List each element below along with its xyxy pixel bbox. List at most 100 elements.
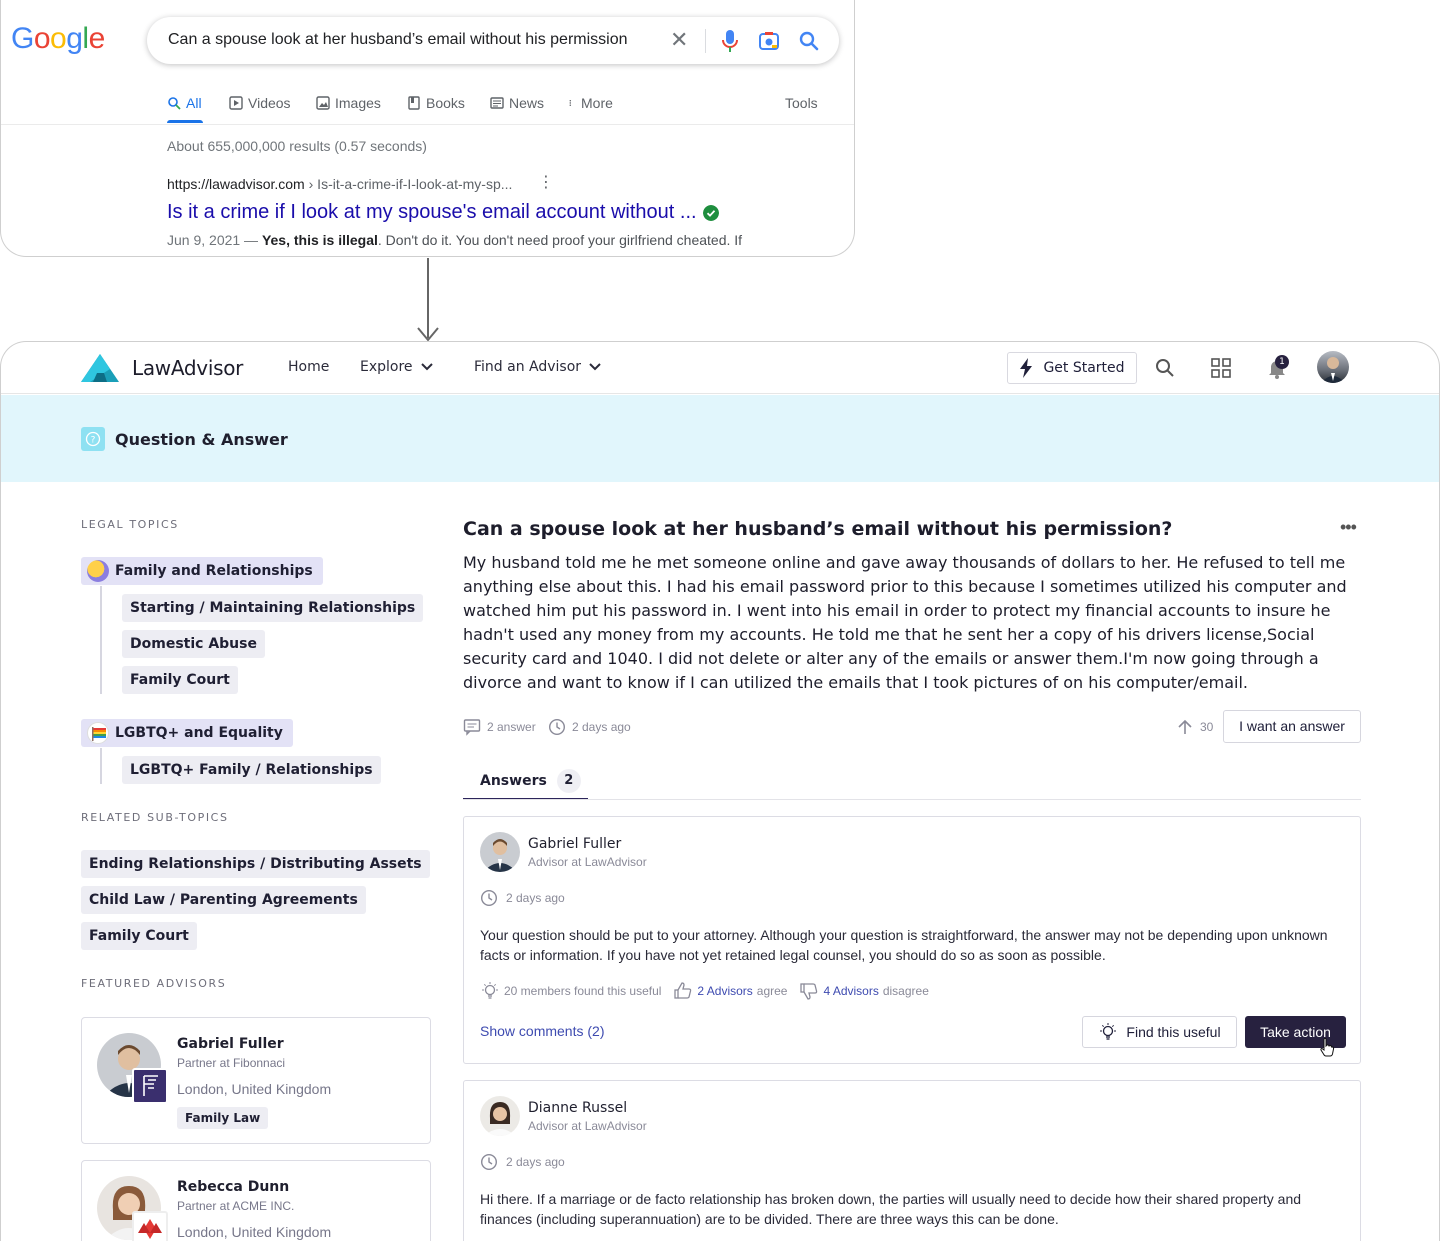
- book-icon: [408, 96, 420, 110]
- advisor-name[interactable]: Gabriel Fuller: [177, 1036, 284, 1052]
- top-navbar: LawAdvisor Home Explore Find an Advisor …: [1, 342, 1439, 394]
- nav-find-advisor[interactable]: Find an Advisor: [474, 359, 601, 375]
- tab-answers[interactable]: Answers 2: [463, 763, 588, 800]
- answer-author-name[interactable]: Gabriel Fuller: [528, 836, 621, 852]
- google-logo[interactable]: Google: [11, 22, 105, 56]
- camera-lens-icon[interactable]: [758, 30, 780, 52]
- subtopic-starting-maintaining[interactable]: Starting / Maintaining Relationships: [122, 594, 424, 622]
- tab-more[interactable]: More: [568, 93, 613, 113]
- more-options-icon[interactable]: •••: [1340, 517, 1357, 538]
- brand-name[interactable]: LawAdvisor: [132, 356, 243, 380]
- result-title-link[interactable]: Is it a crime if I look at my spouse's e…: [167, 201, 719, 224]
- result-url-path: › Is-it-a-crime-if-I-look-at-my-sp...: [304, 176, 513, 192]
- nav-explore-label: Explore: [360, 359, 413, 375]
- subtopic-family-court[interactable]: Family Court: [122, 666, 238, 694]
- tab-images[interactable]: Images: [316, 93, 381, 113]
- tab-videos[interactable]: Videos: [229, 93, 291, 113]
- subtopic-lgbtq-family[interactable]: LGBTQ+ Family / Relationships: [122, 756, 381, 784]
- search-box[interactable]: Can a spouse look at her husband’s email…: [147, 17, 839, 64]
- svg-text:?: ?: [91, 436, 96, 446]
- question-time: 2 days ago: [572, 720, 631, 734]
- topic-family-relationships[interactable]: Family and Relationships: [81, 557, 323, 585]
- related-family-court[interactable]: Family Court: [81, 922, 197, 950]
- person-photo-icon: [480, 832, 520, 872]
- user-avatar[interactable]: [1317, 351, 1349, 383]
- nav-home[interactable]: Home: [288, 359, 329, 375]
- tools-label: Tools: [785, 95, 818, 111]
- answer-stats: 20 members found this useful 2 Advisors …: [480, 981, 937, 1001]
- answer-count-meta: 2 answer: [463, 718, 536, 736]
- related-subtopics-heading: RELATED SUB-TOPICS: [81, 811, 229, 824]
- show-comments-link[interactable]: Show comments (2): [480, 1023, 604, 1039]
- advisor-card[interactable]: Rebecca Dunn Partner at ACME INC. London…: [81, 1160, 431, 1241]
- answer-author-avatar[interactable]: [480, 1096, 520, 1136]
- search-icon[interactable]: [798, 30, 820, 52]
- advisor-practice-tag[interactable]: Family Law: [177, 1107, 269, 1129]
- useful-count: 20 members found this useful: [504, 984, 662, 998]
- subtopic-domestic-abuse[interactable]: Domestic Abuse: [122, 630, 265, 658]
- result-date: Jun 9, 2021 —: [167, 232, 262, 248]
- notification-count-badge: 1: [1275, 355, 1289, 369]
- rainbow-flag-icon: [87, 722, 109, 744]
- advisor-role: Partner at ACME INC.: [177, 1199, 295, 1213]
- topic-tree-line: [100, 586, 102, 694]
- google-search-panel: Google Can a spouse look at her husband’…: [0, 0, 855, 257]
- clock-icon: [548, 718, 566, 736]
- advisor-role: Partner at Fibonnaci: [177, 1056, 286, 1070]
- result-url[interactable]: https://lawadvisor.com › Is-it-a-crime-i…: [167, 176, 512, 192]
- advisor-card[interactable]: Gabriel Fuller Partner at Fibonnaci Lond…: [81, 1017, 431, 1144]
- question-title: Can a spouse look at her husband’s email…: [463, 518, 1173, 540]
- tools-button[interactable]: Tools: [785, 93, 818, 113]
- result-snippet-rest: . Don't do it. You don't need proof your…: [377, 232, 743, 248]
- clear-search-icon[interactable]: ✕: [670, 29, 688, 51]
- search-icon[interactable]: [1154, 357, 1176, 379]
- comment-icon: [463, 719, 481, 736]
- result-menu-icon[interactable]: ⋮: [538, 175, 554, 191]
- get-started-button[interactable]: Get Started: [1007, 352, 1137, 384]
- search-icon: [168, 97, 181, 110]
- related-ending-relationships[interactable]: Ending Relationships / Distributing Asse…: [81, 850, 430, 878]
- legal-topics-heading: LEGAL TOPICS: [81, 518, 179, 531]
- related-child-law[interactable]: Child Law / Parenting Agreements: [81, 886, 366, 914]
- find-useful-label: Find this useful: [1126, 1024, 1221, 1040]
- answer-body: Your question should be put to your atto…: [480, 927, 1328, 963]
- play-icon: [229, 96, 243, 110]
- verified-check-icon: [702, 204, 719, 221]
- thumbs-up-icon: [674, 982, 692, 999]
- logo-letter-e: e: [88, 22, 106, 55]
- nav-explore[interactable]: Explore: [360, 359, 433, 375]
- advisor-name[interactable]: Rebecca Dunn: [177, 1179, 289, 1195]
- result-title: Is it a crime if I look at my spouse's e…: [167, 201, 697, 223]
- answer-author-name[interactable]: Dianne Russel: [528, 1100, 627, 1116]
- lawadvisor-logo-icon[interactable]: [80, 353, 120, 383]
- answer-author-role: Advisor at LawAdvisor: [528, 855, 647, 869]
- tab-news[interactable]: News: [490, 93, 544, 113]
- question-body: My husband told me he met someone online…: [463, 553, 1347, 692]
- upvote-control[interactable]: 30: [1176, 718, 1213, 736]
- lawadvisor-page: LawAdvisor Home Explore Find an Advisor …: [0, 341, 1440, 1241]
- agree-text: agree: [756, 984, 788, 998]
- tab-books[interactable]: Books: [407, 93, 465, 113]
- family-topic-icon: [87, 560, 109, 582]
- microphone-icon[interactable]: [721, 29, 739, 53]
- firm-logo-icon: [132, 1068, 168, 1104]
- logo-letter-g2: g: [66, 22, 83, 55]
- question-time-meta: 2 days ago: [548, 718, 631, 736]
- page-title: Question & Answer: [115, 430, 288, 449]
- answer-author-avatar[interactable]: [480, 832, 520, 872]
- agree-advisors-link[interactable]: 2 Advisors: [697, 984, 752, 998]
- arrow-up-icon: [1178, 719, 1192, 734]
- answer-time: 2 days ago: [480, 889, 565, 907]
- tab-all[interactable]: All: [167, 93, 202, 113]
- more-vert-icon: [569, 99, 572, 107]
- lightbulb-icon: [1100, 1023, 1117, 1040]
- topic-lgbtq-equality[interactable]: LGBTQ+ and Equality: [81, 719, 293, 747]
- find-useful-button[interactable]: Find this useful: [1082, 1016, 1237, 1048]
- topic-label: Family and Relationships: [115, 563, 313, 579]
- disagree-advisors-link[interactable]: 4 Advisors: [823, 984, 878, 998]
- tab-label: All: [186, 95, 202, 111]
- tabs-divider: [463, 799, 1361, 800]
- want-answer-button[interactable]: I want an answer: [1223, 710, 1361, 743]
- apps-grid-icon[interactable]: [1210, 357, 1232, 379]
- search-input[interactable]: Can a spouse look at her husband’s email…: [168, 31, 628, 49]
